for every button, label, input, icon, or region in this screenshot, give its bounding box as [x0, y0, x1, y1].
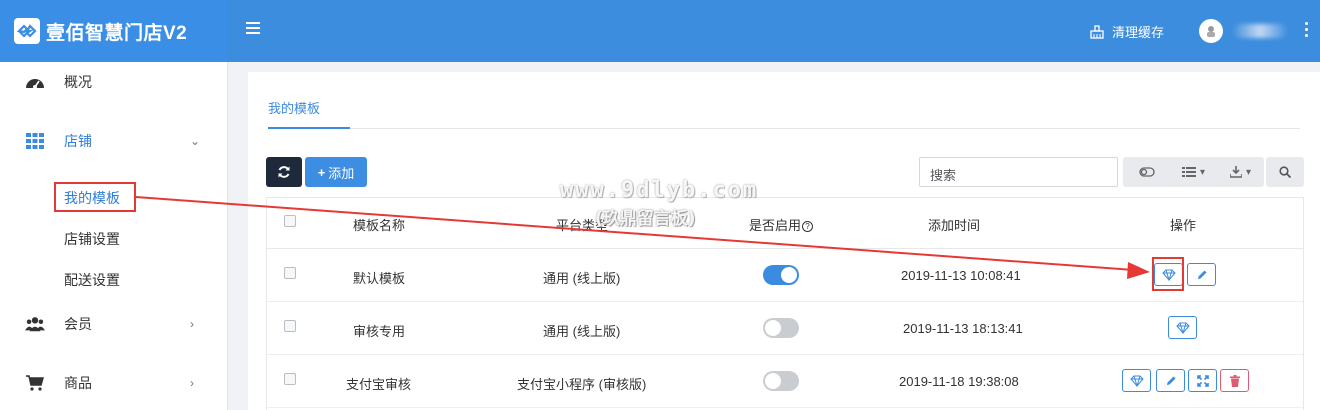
sidebar-subitem-delivery-settings[interactable]: 配送设置: [64, 270, 120, 290]
header-name: 模板名称: [353, 218, 406, 233]
added-time: 2019-11-13 18:13:41: [903, 321, 1023, 336]
set-default-button[interactable]: [1168, 316, 1197, 339]
enabled-toggle[interactable]: [763, 265, 799, 285]
sidebar-item-label: 概况: [64, 74, 92, 90]
delete-button[interactable]: [1220, 369, 1249, 392]
clear-cache-label: 清理缓存: [1112, 25, 1165, 40]
username-redacted[interactable]: [1232, 24, 1288, 38]
dashboard-icon: [25, 73, 45, 91]
list-icon: [1181, 167, 1196, 177]
row-checkbox[interactable]: [284, 373, 296, 385]
template-name: 支付宝审核: [346, 377, 412, 392]
table-toolbar: ▾ ▾: [1123, 157, 1264, 187]
toggle-view-button[interactable]: [1123, 167, 1170, 177]
set-default-button[interactable]: [1122, 369, 1151, 392]
row-checkbox[interactable]: [284, 320, 296, 332]
avatar[interactable]: [1199, 19, 1223, 43]
edit-button[interactable]: [1187, 263, 1216, 286]
platform-type: 通用 (线上版): [543, 324, 621, 339]
users-icon: [25, 315, 45, 333]
help-icon[interactable]: ?: [802, 221, 814, 232]
templates-table: 模板名称 平台类型 是否启用? 添加时间 操作 默认模板 通用 (线上版) 20…: [266, 197, 1304, 410]
plus-icon: +: [317, 164, 326, 180]
toggle-icon: [1138, 167, 1155, 177]
sidebar-item-label: 会员: [64, 316, 92, 332]
table-row: 默认模板 通用 (线上版) 2019-11-13 10:08:41: [267, 250, 1303, 302]
table-row: 审核专用 通用 (线上版) 2019-11-13 18:13:41: [267, 303, 1303, 355]
sidebar-item-label: 店铺: [64, 133, 92, 149]
refresh-icon: [278, 166, 290, 178]
template-name: 审核专用: [353, 324, 406, 339]
add-button-label: 添加: [328, 165, 355, 181]
tab-active-underline: [268, 127, 350, 129]
header-actions: 操作: [1170, 218, 1197, 233]
pencil-icon: [1197, 270, 1206, 279]
clear-cache-button[interactable]: 清理缓存: [1090, 22, 1164, 41]
table-row: 支付宝审核 支付宝小程序 (审核版) 2019-11-18 19:38:08: [267, 356, 1303, 408]
annotation-highlight-box: [54, 182, 136, 212]
caret-down-icon: ▾: [1245, 166, 1252, 178]
diamond-icon: [1129, 375, 1144, 387]
export-dropdown-button[interactable]: ▾: [1217, 166, 1264, 178]
platform-type: 通用 (线上版): [543, 271, 621, 286]
enabled-toggle[interactable]: [763, 371, 799, 391]
header-time: 添加时间: [928, 218, 981, 233]
sidebar-subitem-store-settings[interactable]: 店铺设置: [64, 229, 120, 249]
expand-button[interactable]: [1188, 369, 1217, 392]
cart-icon: [25, 374, 45, 392]
search-button[interactable]: [1266, 157, 1304, 187]
sidebar-item-label: 商品: [64, 375, 92, 391]
app-title: 壹佰智慧门店V2: [46, 22, 188, 44]
trash-icon: [1229, 374, 1240, 387]
diamond-icon: [1175, 322, 1190, 334]
row-checkbox[interactable]: [284, 267, 296, 279]
header-enabled: 是否启用?: [749, 215, 814, 234]
logo-icon: [14, 18, 40, 44]
watermark-url: www.9dlyb.com: [560, 178, 759, 203]
chevron-right-icon: ›: [190, 317, 194, 331]
edit-button[interactable]: [1156, 369, 1185, 392]
grid-icon: [25, 132, 45, 150]
main-panel: 我的模板 + 添加 搜索 ▾ ▾ 模板名称 平台类型 是否启用? 添加时间 操作…: [248, 72, 1320, 410]
broom-icon: [1090, 24, 1104, 39]
tab-divider: [268, 128, 1300, 129]
chevron-down-icon: ⌄: [190, 134, 201, 148]
columns-dropdown-button[interactable]: ▾: [1170, 167, 1217, 178]
more-menu-icon[interactable]: [1305, 22, 1311, 40]
tab-my-templates[interactable]: 我的模板: [268, 98, 320, 117]
menu-toggle-icon[interactable]: [246, 22, 260, 38]
watermark-site-name: (玖鼎留言板): [595, 209, 696, 229]
search-icon: [1279, 166, 1291, 178]
added-time: 2019-11-18 19:38:08: [899, 374, 1019, 389]
platform-type: 支付宝小程序 (审核版): [517, 377, 647, 392]
download-icon: [1229, 166, 1242, 178]
annotation-highlight-box: [1152, 257, 1184, 291]
added-time: 2019-11-13 10:08:41: [901, 268, 1021, 283]
table-header: 模板名称 平台类型 是否启用? 添加时间 操作: [267, 198, 1303, 249]
refresh-button[interactable]: [266, 157, 302, 187]
logo-area[interactable]: 壹佰智慧门店V2: [0, 0, 228, 62]
pencil-icon: [1166, 376, 1175, 385]
chevron-right-icon: ›: [190, 376, 194, 390]
enabled-toggle[interactable]: [763, 318, 799, 338]
template-name: 默认模板: [353, 271, 406, 286]
search-input[interactable]: 搜索: [919, 157, 1118, 187]
select-all-checkbox[interactable]: [284, 215, 296, 227]
caret-down-icon: ▾: [1199, 166, 1206, 178]
expand-icon: [1196, 374, 1209, 387]
add-button[interactable]: + 添加: [305, 157, 367, 187]
